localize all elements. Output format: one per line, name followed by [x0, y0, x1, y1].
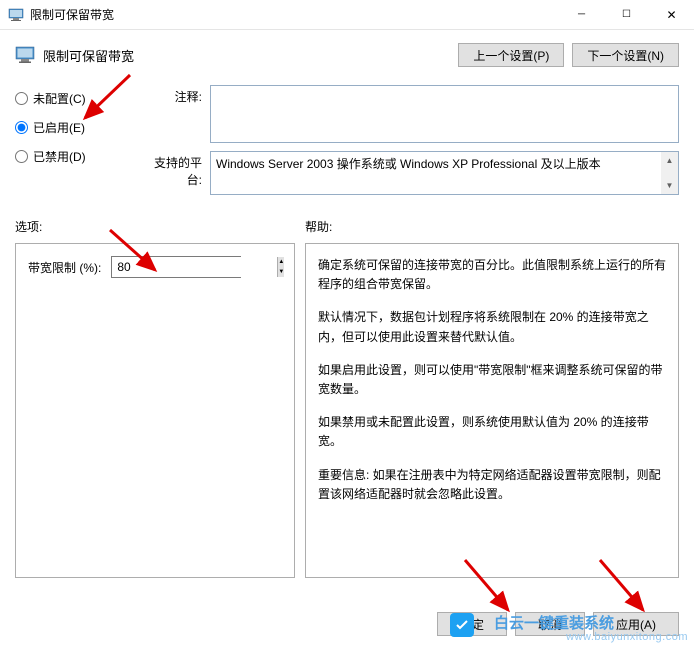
radio-disabled[interactable] [15, 150, 28, 163]
radio-not-configured-label[interactable]: 未配置(C) [33, 90, 86, 107]
options-section-label: 选项: [15, 218, 305, 235]
help-paragraph: 如果禁用或未配置此设置，则系统使用默认值为 20% 的连接带宽。 [318, 413, 666, 451]
scroll-down-icon[interactable]: ▼ [661, 177, 678, 194]
watermark-text: 白云一键重装系统 [494, 612, 614, 633]
window-icon [8, 7, 24, 23]
radio-not-configured[interactable] [15, 92, 28, 105]
help-section-label: 帮助: [305, 218, 332, 235]
bandwidth-limit-label: 带宽限制 (%): [28, 259, 101, 276]
window-title: 限制可保留带宽 [30, 6, 559, 23]
comment-label: 注释: [140, 85, 210, 143]
help-paragraph: 重要信息: 如果在注册表中为特定网络适配器设置带宽限制，则配置该网络适配器时就会… [318, 466, 666, 504]
panels: 带宽限制 (%): ▲ ▼ 确定系统可保留的连接带宽的百分比。此值限制系统上运行… [0, 243, 694, 578]
radio-enabled[interactable] [15, 121, 28, 134]
spinner-up-button[interactable]: ▲ [278, 257, 284, 267]
policy-icon [15, 45, 35, 65]
platform-scrollbar[interactable]: ▲ ▼ [661, 152, 678, 194]
comment-input[interactable] [210, 85, 679, 143]
help-paragraph: 默认情况下，数据包计划程序将系统限制在 20% 的连接带宽之内，但可以使用此设置… [318, 308, 666, 346]
spinner-down-button[interactable]: ▼ [278, 267, 284, 277]
scroll-up-icon[interactable]: ▲ [661, 152, 678, 169]
bandwidth-spinner: ▲ ▼ [111, 256, 241, 278]
platform-box: Windows Server 2003 操作系统或 Windows XP Pro… [210, 151, 679, 195]
watermark-url: www.baiyunxitong.com [566, 631, 688, 643]
help-paragraph: 确定系统可保留的连接带宽的百分比。此值限制系统上运行的所有程序的组合带宽保留。 [318, 256, 666, 294]
radio-group: 未配置(C) 已启用(E) 已禁用(D) [15, 85, 120, 203]
help-paragraph: 如果启用此设置，则可以使用"带宽限制"框来调整系统可保留的带宽数量。 [318, 361, 666, 399]
watermark-badge-icon [450, 613, 474, 637]
radio-disabled-label[interactable]: 已禁用(D) [33, 148, 86, 165]
header-bar: 限制可保留带宽 上一个设置(P) 下一个设置(N) [0, 35, 694, 75]
window-titlebar: 限制可保留带宽 ─ ☐ ✕ [0, 0, 694, 30]
window-controls: ─ ☐ ✕ [559, 0, 694, 29]
next-setting-button[interactable]: 下一个设置(N) [572, 43, 679, 67]
platform-text: Windows Server 2003 操作系统或 Windows XP Pro… [216, 157, 601, 171]
bandwidth-input[interactable] [112, 257, 277, 277]
platform-label: 支持的平台: [140, 151, 210, 195]
config-area: 未配置(C) 已启用(E) 已禁用(D) 注释: 支持的平台: Windows … [0, 85, 694, 203]
help-panel: 确定系统可保留的连接带宽的百分比。此值限制系统上运行的所有程序的组合带宽保留。 … [305, 243, 679, 578]
prev-setting-button[interactable]: 上一个设置(P) [458, 43, 564, 67]
minimize-button[interactable]: ─ [559, 0, 604, 29]
radio-enabled-label[interactable]: 已启用(E) [33, 119, 85, 136]
options-panel: 带宽限制 (%): ▲ ▼ [15, 243, 295, 578]
policy-title: 限制可保留带宽 [43, 46, 450, 65]
close-button[interactable]: ✕ [649, 0, 694, 29]
maximize-button[interactable]: ☐ [604, 0, 649, 29]
section-labels: 选项: 帮助: [0, 218, 694, 235]
